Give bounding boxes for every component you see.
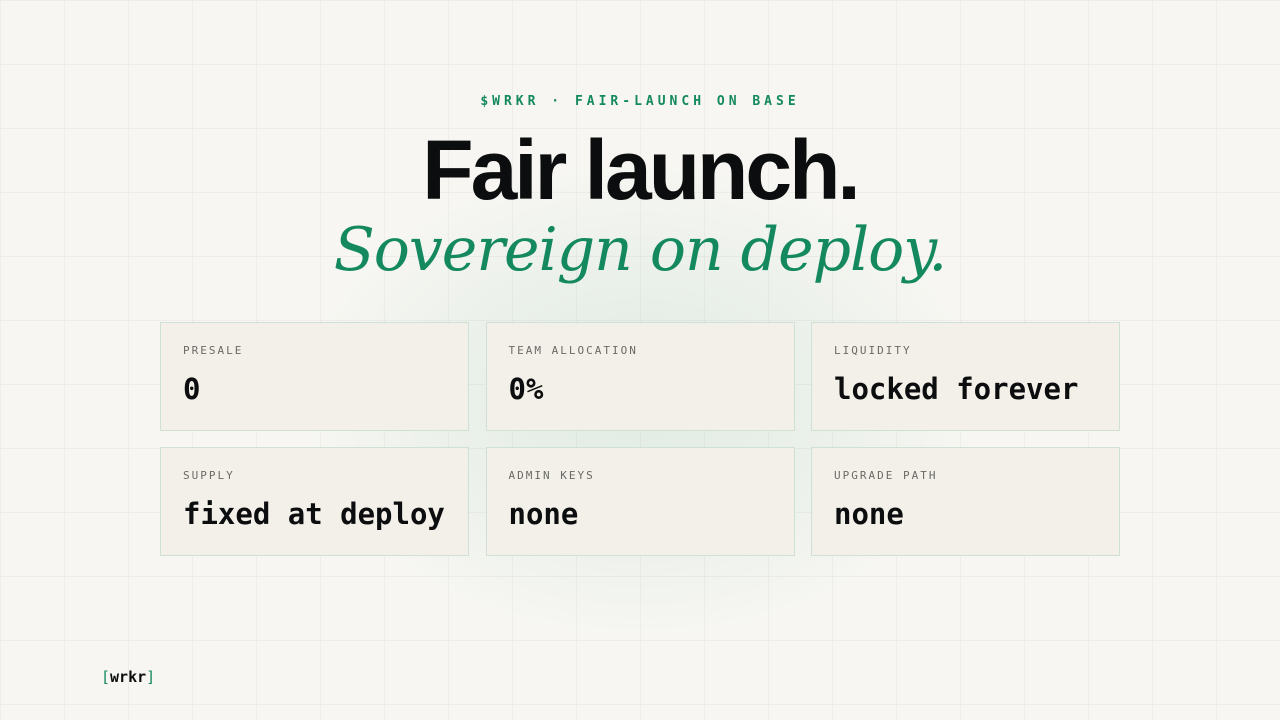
token-facts-grid: PRESALE 0 TEAM ALLOCATION 0% LIQUIDITY l… bbox=[160, 322, 1120, 556]
fact-label: TEAM ALLOCATION bbox=[508, 344, 638, 357]
headline: Fair launch. bbox=[422, 123, 860, 217]
subheadline: Sovereign on deploy. bbox=[333, 215, 948, 285]
eyebrow-tagline: $WRKR · FAIR-LAUNCH ON BASE bbox=[480, 94, 800, 109]
wrkr-logo: [wrkr] bbox=[101, 668, 155, 686]
fact-card-liquidity: LIQUIDITY locked forever bbox=[811, 322, 1120, 431]
logo-wordmark: wrkr bbox=[110, 668, 147, 686]
fact-label: SUPPLY bbox=[183, 469, 235, 482]
fact-label: LIQUIDITY bbox=[834, 344, 912, 357]
fact-value: none bbox=[508, 497, 579, 531]
fact-value: 0 bbox=[183, 372, 201, 406]
fact-card-admin-keys: ADMIN KEYS none bbox=[485, 447, 795, 556]
fact-value: none bbox=[834, 497, 904, 531]
fact-label: PRESALE bbox=[183, 344, 244, 357]
fact-card-team-allocation: TEAM ALLOCATION 0% bbox=[485, 322, 795, 431]
fact-card-upgrade-path: UPGRADE PATH none bbox=[811, 447, 1120, 556]
fact-value: 0% bbox=[508, 372, 544, 406]
fact-label: ADMIN KEYS bbox=[508, 469, 595, 482]
fact-card-presale: PRESALE 0 bbox=[160, 322, 469, 431]
fact-value: locked forever bbox=[834, 372, 1079, 406]
fact-card-supply: SUPPLY fixed at deploy bbox=[160, 447, 469, 556]
fact-label: UPGRADE PATH bbox=[834, 469, 938, 482]
logo-bracket-close: ] bbox=[146, 668, 156, 686]
fact-value: fixed at deploy bbox=[183, 497, 445, 531]
logo-bracket-open: [ bbox=[101, 668, 111, 686]
